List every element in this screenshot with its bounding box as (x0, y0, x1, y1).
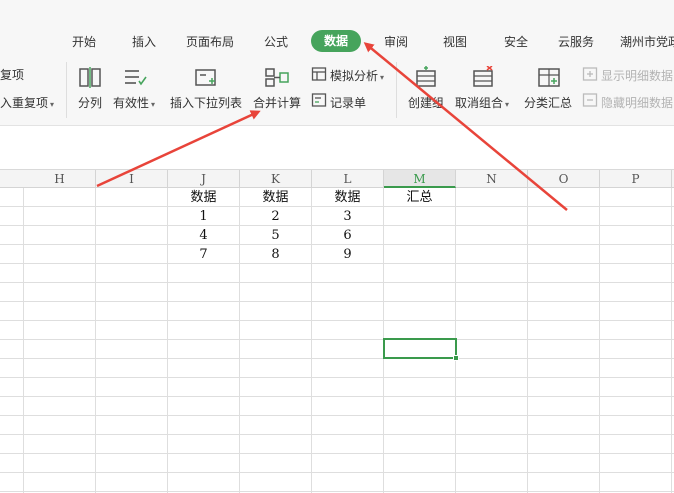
grid-line (0, 415, 674, 416)
tab-custom[interactable]: 潮州市党政 (620, 31, 674, 53)
tab-review[interactable]: 审阅 (384, 31, 408, 53)
grid-line (671, 188, 672, 493)
column-header-j[interactable]: J (168, 170, 240, 188)
grid-line (0, 358, 674, 359)
spreadsheet-grid[interactable]: 数据 数据 数据 汇总 1 2 3 4 5 6 7 8 9 (0, 188, 674, 493)
ribbon-separator (66, 62, 67, 118)
grid-line (0, 377, 674, 378)
show-detail-icon (582, 67, 598, 81)
cell-k2[interactable]: 2 (240, 207, 311, 226)
insert-dropdown-label: 插入下拉列表 (170, 96, 243, 110)
tab-formulas[interactable]: 公式 (264, 31, 288, 53)
cell-l4[interactable]: 9 (312, 245, 383, 264)
column-headers: H I J K L M N O P (0, 169, 674, 188)
chevron-down-icon: ▾ (505, 100, 510, 109)
grid-line (599, 188, 600, 493)
ungroup-text: 取消组合 (455, 96, 504, 110)
what-if-analysis-label: 模拟分析 ▾ (330, 67, 384, 84)
create-group-label: 创建组 (408, 96, 445, 110)
ribbon-separator (396, 62, 397, 118)
record-form-icon (311, 93, 327, 107)
cell-l3[interactable]: 6 (312, 226, 383, 245)
grid-line (0, 453, 674, 454)
ribbon: 开始 插入 页面布局 公式 数据 审阅 视图 安全 云服务 潮州市党政 复项 入… (0, 0, 674, 125)
chevron-down-icon: ▾ (380, 73, 385, 82)
tab-page-layout[interactable]: 页面布局 (186, 31, 234, 53)
grid-line (0, 282, 674, 283)
ungroup-label: 取消组合 ▾ (455, 94, 509, 111)
show-detail-label: 显示明细数据 (601, 69, 674, 83)
tab-home[interactable]: 开始 (72, 31, 96, 53)
grid-line (0, 434, 674, 435)
cell-k1[interactable]: 数据 (240, 188, 311, 207)
cell-j3[interactable]: 4 (168, 226, 239, 245)
cell-l2[interactable]: 3 (312, 207, 383, 226)
grid-line (95, 188, 96, 493)
chevron-down-icon: ▾ (151, 100, 156, 109)
subtotal-label: 分类汇总 (524, 96, 573, 110)
grid-line (527, 188, 528, 493)
grid-line (0, 491, 674, 492)
chevron-down-icon: ▾ (50, 100, 55, 109)
grid-line (0, 301, 674, 302)
tab-insert[interactable]: 插入 (132, 31, 156, 53)
column-header-o[interactable]: O (528, 170, 600, 188)
column-header-p[interactable]: P (600, 170, 672, 188)
column-header-k[interactable]: K (240, 170, 312, 188)
column-header-h[interactable]: H (24, 170, 96, 188)
highlight-duplicates-label[interactable]: 复项 (0, 66, 24, 83)
grid-line (23, 188, 24, 493)
reject-duplicates-text: 入重复项 (0, 96, 49, 110)
hide-detail-icon (582, 93, 598, 107)
create-group-icon (416, 66, 436, 87)
subtotal-icon (538, 68, 560, 87)
tab-data[interactable]: 数据 (311, 30, 362, 52)
validity-label: 有效性 ▾ (113, 94, 155, 111)
reject-duplicates-label[interactable]: 入重复项 ▾ (0, 94, 54, 111)
validity-text: 有效性 (113, 96, 150, 110)
column-header-n[interactable]: N (456, 170, 528, 188)
cell-k3[interactable]: 5 (240, 226, 311, 245)
split-column-label: 分列 (78, 96, 103, 110)
cell-j1[interactable]: 数据 (168, 188, 239, 207)
grid-line (0, 472, 674, 473)
cell-l1[interactable]: 数据 (312, 188, 383, 207)
tab-cloud[interactable]: 云服务 (558, 31, 594, 53)
formula-bar[interactable] (0, 125, 674, 169)
cell-k4[interactable]: 8 (240, 245, 311, 264)
dropdown-list-icon (195, 69, 216, 86)
grid-line (0, 320, 674, 321)
grid-line (0, 339, 674, 340)
ribbon-tabs: 开始 插入 页面布局 公式 数据 审阅 视图 安全 云服务 潮州市党政 (0, 0, 674, 52)
cell-j4[interactable]: 7 (168, 245, 239, 264)
validity-icon (125, 70, 147, 86)
column-header-i[interactable]: I (96, 170, 168, 188)
tab-security[interactable]: 安全 (504, 31, 528, 53)
active-cell-selection[interactable] (383, 338, 459, 361)
table-icon (311, 67, 327, 81)
ungroup-icon (473, 66, 493, 87)
hide-detail-label: 隐藏明细数据 (601, 96, 674, 110)
fill-handle[interactable] (453, 355, 459, 361)
tab-view[interactable]: 视图 (443, 31, 467, 53)
record-form-label: 记录单 (330, 96, 367, 110)
consolidate-label: 合并计算 (253, 96, 302, 110)
column-header-m[interactable]: M (384, 170, 456, 188)
consolidate-icon (265, 68, 289, 87)
cell-j2[interactable]: 1 (168, 207, 239, 226)
cell-m1[interactable]: 汇总 (384, 188, 455, 207)
split-column-icon (79, 67, 101, 88)
column-header-l[interactable]: L (312, 170, 384, 188)
grid-line (0, 396, 674, 397)
what-if-text: 模拟分析 (330, 69, 379, 83)
